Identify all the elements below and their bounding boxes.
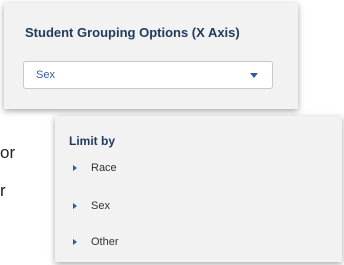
limit-item-other[interactable]: Other bbox=[73, 233, 119, 251]
caret-right-icon bbox=[73, 239, 77, 245]
limit-item-race[interactable]: Race bbox=[73, 159, 117, 177]
background-text-or: or bbox=[0, 144, 16, 161]
limit-item-label: Other bbox=[91, 236, 119, 248]
background-text-r: r bbox=[0, 182, 6, 199]
caret-right-icon bbox=[73, 203, 77, 209]
limit-item-label: Sex bbox=[91, 200, 110, 212]
caret-right-icon bbox=[73, 165, 77, 171]
chevron-down-icon[interactable] bbox=[250, 73, 258, 78]
student-grouping-panel: Student Grouping Options (X Axis) Sex bbox=[4, 3, 298, 109]
grouping-panel-title: Student Grouping Options (X Axis) bbox=[25, 25, 240, 40]
limit-item-sex[interactable]: Sex bbox=[73, 197, 110, 215]
grouping-select-value: Sex bbox=[36, 69, 55, 81]
limit-by-panel: Limit by Race Sex Other bbox=[55, 116, 342, 262]
limit-by-title: Limit by bbox=[69, 134, 116, 148]
page: or r Student Grouping Options (X Axis) S… bbox=[0, 0, 344, 265]
grouping-select[interactable]: Sex bbox=[23, 61, 273, 89]
limit-item-label: Race bbox=[91, 162, 117, 174]
